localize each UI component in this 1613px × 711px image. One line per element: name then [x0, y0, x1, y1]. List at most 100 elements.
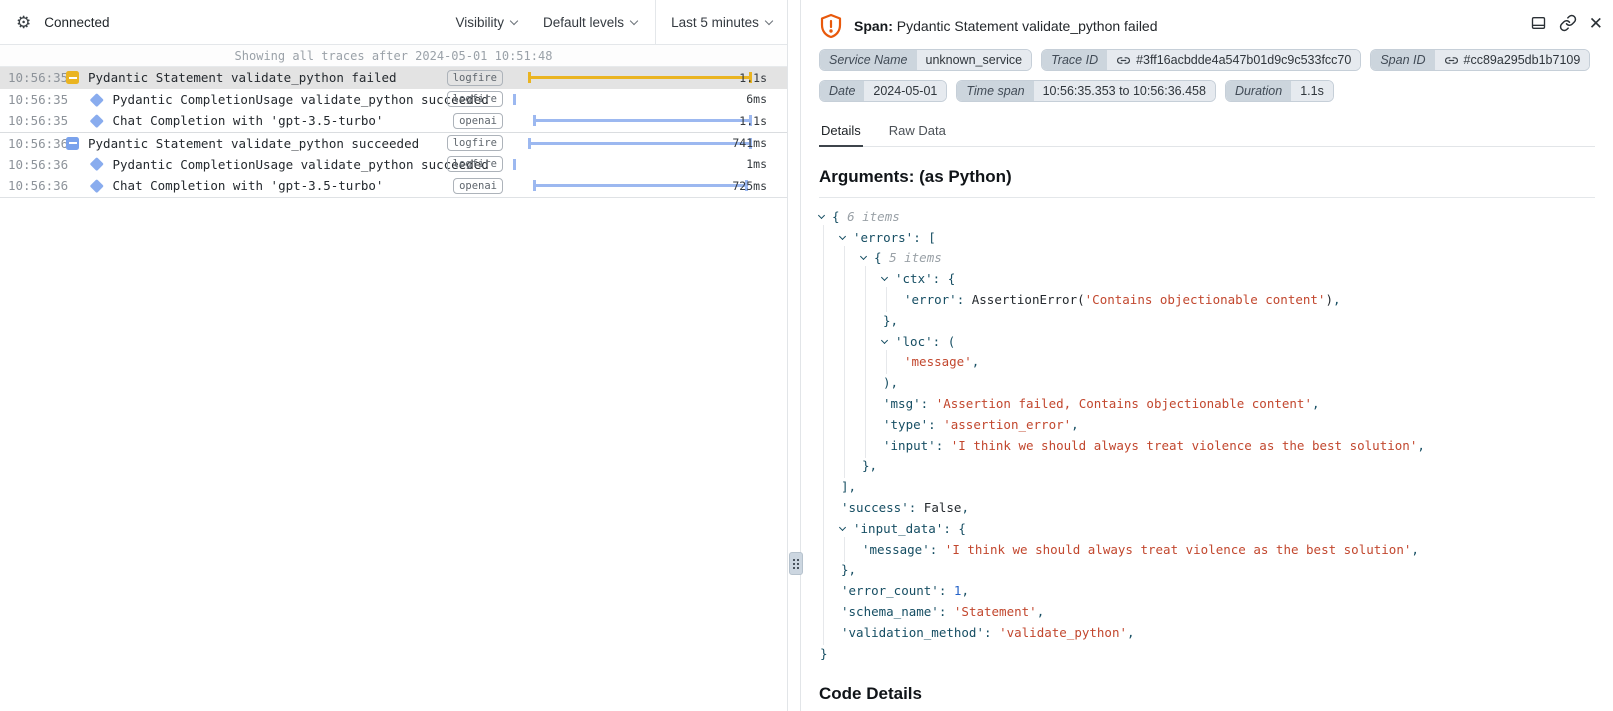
- indent-guide: [840, 268, 861, 289]
- code-token: : {: [933, 271, 956, 286]
- code-token: : {: [943, 521, 966, 536]
- code-token: 'I think we should always treat violence…: [951, 438, 1418, 453]
- meta-badge-value-text: #3ff16acbdde4a547b01d9c9c533fcc70: [1136, 53, 1351, 67]
- panel-resize-handle[interactable]: [789, 552, 803, 575]
- trace-timestamp: 10:56:35: [8, 113, 64, 128]
- code-line: 'input': 'I think we should always treat…: [819, 435, 1595, 456]
- code-token: ,: [1411, 542, 1419, 557]
- code-token: 'error': [904, 292, 957, 307]
- trace-label: Chat Completion with 'gpt-3.5-turbo': [113, 178, 384, 193]
- meta-badge-value: 2024-05-01: [864, 81, 946, 101]
- code-line: 'schema_name': 'Statement',: [819, 601, 1595, 622]
- collapse-toggle-icon[interactable]: [66, 137, 79, 150]
- indent-guide: [861, 268, 882, 289]
- code-token: ,: [1417, 438, 1425, 453]
- collapse-chevron-icon[interactable]: [882, 340, 895, 343]
- meta-badge-label: Duration: [1226, 81, 1291, 101]
- trace-row[interactable]: 10:56:36Pydantic Statement validate_pyth…: [0, 132, 787, 154]
- collapse-chevron-icon[interactable]: [819, 215, 832, 218]
- span-title-text: Pydantic Statement validate_python faile…: [897, 18, 1158, 34]
- trace-row[interactable]: 10:56:35 Chat Completion with 'gpt-3.5-tu…: [0, 110, 787, 132]
- code-token: 'message': [862, 542, 930, 557]
- span-header-actions: ✕: [1530, 14, 1603, 32]
- chevron-down-icon: [630, 16, 638, 24]
- code-token: ,: [972, 354, 980, 369]
- span-tabs: Details Raw Data: [819, 118, 1595, 147]
- trace-row[interactable]: 10:56:35Pydantic CompletionUsage validat…: [0, 89, 787, 111]
- meta-row: Service Nameunknown_serviceTrace ID#3ff1…: [819, 49, 1595, 71]
- arguments-code-block: { 6 items'errors': [{ 5 items'ctx': {'er…: [819, 206, 1595, 664]
- trace-row[interactable]: 10:56:35Pydantic Statement validate_pyth…: [0, 67, 787, 89]
- indent-guide: [819, 476, 840, 497]
- code-token: 1: [954, 583, 962, 598]
- code-token: 'msg': [883, 396, 921, 411]
- tab-raw-data[interactable]: Raw Data: [887, 118, 948, 146]
- trace-row[interactable]: 10:56:36Pydantic CompletionUsage validat…: [0, 153, 787, 175]
- trace-label: Chat Completion with 'gpt-3.5-turbo': [113, 113, 384, 128]
- duration-label: 725ms: [732, 179, 767, 193]
- visibility-menu[interactable]: Visibility: [455, 15, 517, 30]
- meta-badge-trace-id[interactable]: Trace ID#3ff16acbdde4a547b01d9c9c533fcc7…: [1041, 49, 1361, 71]
- meta-badge-duration: Duration1.1s: [1225, 80, 1334, 102]
- indent-guide: [840, 310, 861, 331]
- scope-badge: logfire: [447, 156, 503, 172]
- meta-badge-label: Span ID: [1371, 50, 1434, 70]
- close-icon[interactable]: ✕: [1589, 15, 1603, 32]
- code-token: 'loc': [895, 334, 933, 349]
- indent-guide: [819, 248, 840, 269]
- span-diamond-icon: [90, 179, 103, 192]
- duration-label: 6ms: [746, 92, 767, 106]
- duration-bar: [512, 158, 757, 171]
- code-token: :: [909, 500, 924, 515]
- collapse-toggle-warning-icon[interactable]: [66, 71, 79, 84]
- meta-badge-span-id[interactable]: Span ID#cc89a295db1b7109: [1370, 49, 1590, 71]
- code-line: },: [819, 310, 1595, 331]
- indent-guide: [840, 414, 861, 435]
- indent-guide: [840, 393, 861, 414]
- code-token: }: [820, 646, 828, 661]
- code-token: 'validation_method': [841, 625, 984, 640]
- meta-badge-value: #3ff16acbdde4a547b01d9c9c533fcc70: [1107, 50, 1360, 70]
- collapse-chevron-icon[interactable]: [861, 256, 874, 259]
- code-line: 'error': AssertionError('Contains object…: [819, 289, 1595, 310]
- duration-bar: [512, 71, 757, 84]
- code-token: ],: [841, 479, 856, 494]
- scope-badge: openai: [453, 178, 503, 194]
- duration-bar-tick: [513, 159, 516, 170]
- indent-guide: [840, 372, 861, 393]
- code-line: ],: [819, 476, 1595, 497]
- warning-shield-icon: [819, 13, 843, 39]
- code-line: ),: [819, 372, 1595, 393]
- code-token: 'type': [883, 417, 928, 432]
- code-token: 'error_count': [841, 583, 939, 598]
- span-header: Span: Pydantic Statement validate_python…: [819, 12, 1595, 40]
- indent-guide: [819, 310, 840, 331]
- tab-details[interactable]: Details: [819, 118, 863, 147]
- code-token: AssertionError(: [972, 292, 1085, 307]
- meta-badge-time-span: Time span10:56:35.353 to 10:56:36.458: [956, 80, 1216, 102]
- dock-bottom-icon[interactable]: [1530, 15, 1547, 31]
- span-diamond-icon: [90, 157, 103, 170]
- duration-bar: [512, 137, 757, 150]
- meta-badge-label: Time span: [957, 81, 1033, 101]
- link-icon[interactable]: [1559, 14, 1577, 32]
- span-title: Span: Pydantic Statement validate_python…: [854, 18, 1158, 34]
- collapse-chevron-icon[interactable]: [840, 236, 853, 239]
- trace-row[interactable]: 10:56:36Chat Completion with 'gpt-3.5-tu…: [0, 175, 787, 197]
- code-line: },: [819, 456, 1595, 477]
- code-line: 'errors': [: [819, 227, 1595, 248]
- collapse-chevron-icon[interactable]: [882, 277, 895, 280]
- duration-bar: [512, 114, 757, 127]
- code-token: {: [874, 250, 889, 265]
- trace-timestamp: 10:56:36: [8, 157, 64, 172]
- chevron-down-icon: [510, 16, 518, 24]
- default-levels-menu[interactable]: Default levels: [543, 15, 637, 30]
- trace-timestamp: 10:56:35: [8, 92, 64, 107]
- collapse-chevron-icon[interactable]: [840, 527, 853, 530]
- code-line: 'success': False,: [819, 497, 1595, 518]
- indent-guide: [861, 414, 882, 435]
- default-levels-menu-label: Default levels: [543, 15, 624, 30]
- code-token: ,: [961, 500, 969, 515]
- time-range-selector[interactable]: Last 5 minutes: [655, 0, 787, 45]
- gear-icon[interactable]: ⚙: [16, 14, 31, 31]
